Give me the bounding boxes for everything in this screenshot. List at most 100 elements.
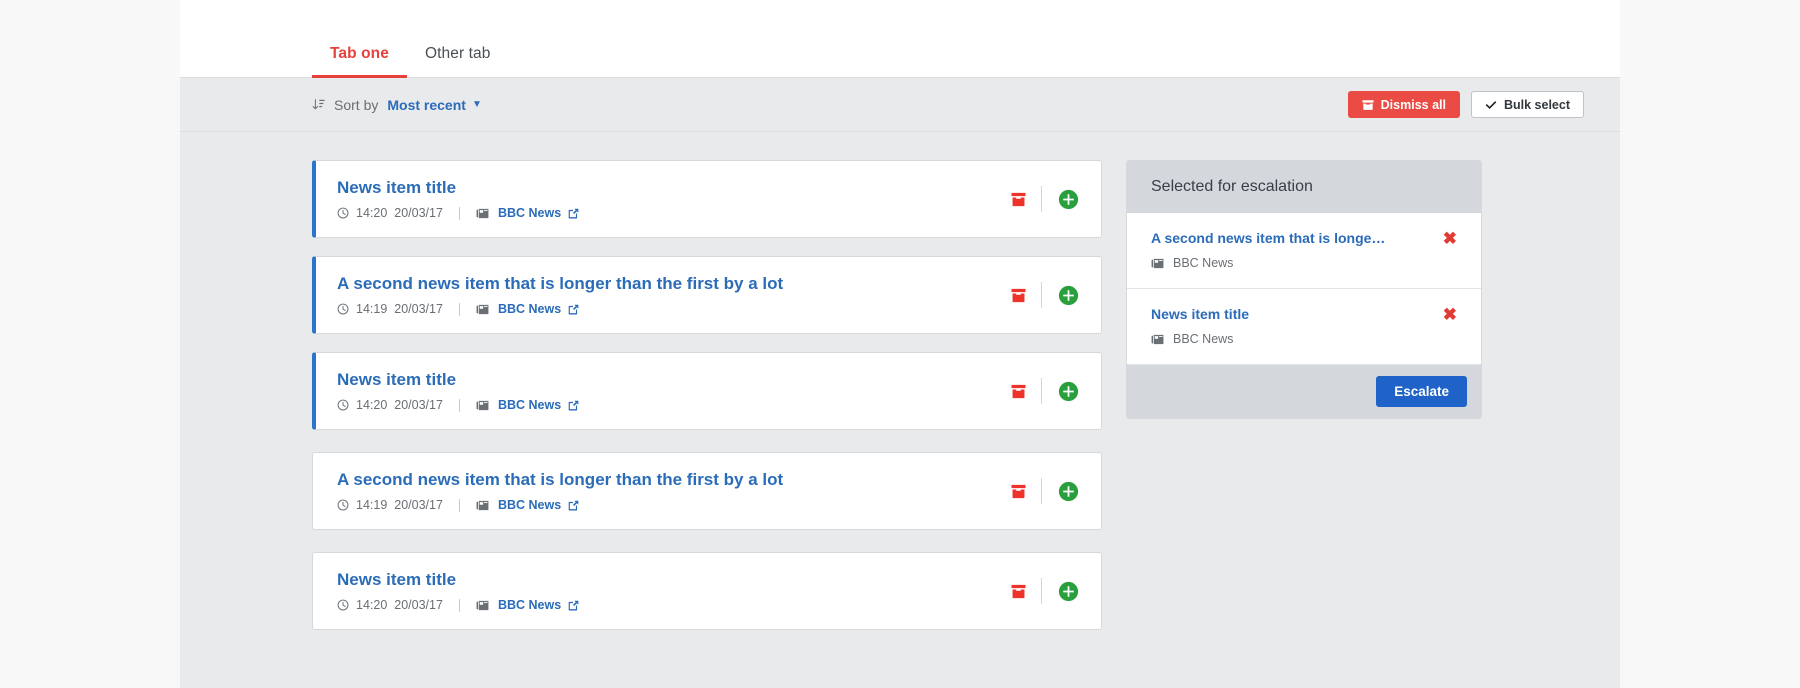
tab-bar: Tab one Other tab xyxy=(180,0,1620,78)
archive-news-button[interactable] xyxy=(996,383,1041,400)
remove-escalation-button[interactable]: ✖ xyxy=(1433,306,1457,323)
tab-tab-one[interactable]: Tab one xyxy=(312,45,407,78)
news-timestamp: 14:20 20/03/17 xyxy=(337,206,443,220)
escalation-panel-footer: Escalate xyxy=(1127,365,1481,418)
news-source: BBC News xyxy=(476,302,579,316)
news-source-link[interactable]: BBC News xyxy=(498,598,579,612)
news-source-link[interactable]: BBC News xyxy=(498,302,579,316)
news-card[interactable]: News item title 14:20 20/03/17 BBC News xyxy=(312,160,1102,238)
bulk-select-label: Bulk select xyxy=(1503,97,1570,112)
news-title-link[interactable]: News item title xyxy=(337,370,996,390)
newspaper-icon xyxy=(476,207,489,220)
news-source-label: BBC News xyxy=(497,398,562,413)
news-timestamp: 14:19 20/03/17 xyxy=(337,302,443,316)
external-link-icon xyxy=(568,500,579,511)
newspaper-icon xyxy=(1151,257,1164,270)
news-title-link[interactable]: News item title xyxy=(337,178,996,198)
news-date: 20/03/17 xyxy=(394,398,443,413)
news-date: 20/03/17 xyxy=(394,206,443,221)
clock-icon xyxy=(337,303,349,315)
dismiss-all-label: Dismiss all xyxy=(1380,97,1446,112)
news-time: 14:19 xyxy=(356,302,388,317)
news-title-link[interactable]: News item title xyxy=(337,570,996,590)
news-card-actions xyxy=(996,282,1079,308)
news-time: 14:20 xyxy=(356,206,388,221)
news-date: 20/03/17 xyxy=(394,302,443,317)
news-meta: 14:20 20/03/17 BBC News xyxy=(337,598,996,612)
news-card-body: A second news item that is longer than t… xyxy=(337,274,996,316)
news-source-label: BBC News xyxy=(497,302,562,317)
escalation-row-body: News item title BBC News xyxy=(1151,306,1433,346)
archive-news-button[interactable] xyxy=(996,287,1041,304)
escalation-item-title[interactable]: A second news item that is longe… xyxy=(1151,230,1433,246)
dismiss-all-button[interactable]: Dismiss all xyxy=(1347,91,1460,118)
archive-news-button[interactable] xyxy=(996,483,1041,500)
external-link-icon xyxy=(568,600,579,611)
news-card-actions xyxy=(996,478,1079,504)
add-to-escalation-button[interactable] xyxy=(1042,285,1079,306)
news-card-body: News item title 14:20 20/03/17 BBC News xyxy=(337,570,996,612)
add-to-escalation-button[interactable] xyxy=(1042,189,1079,210)
tab-label: Tab one xyxy=(330,45,389,62)
clock-icon xyxy=(337,499,349,511)
news-source-label: BBC News xyxy=(497,598,562,613)
escalation-row-body: A second news item that is longe… BBC Ne… xyxy=(1151,230,1433,270)
news-card[interactable]: News item title 14:20 20/03/17 BBC News xyxy=(312,552,1102,630)
clock-icon xyxy=(337,399,349,411)
news-source: BBC News xyxy=(476,206,579,220)
escalation-item-source: BBC News xyxy=(1151,256,1433,270)
add-to-escalation-button[interactable] xyxy=(1042,581,1079,602)
news-source: BBC News xyxy=(476,398,579,412)
news-source: BBC News xyxy=(476,598,579,612)
news-card[interactable]: News item title 14:20 20/03/17 BBC News xyxy=(312,352,1102,430)
sort-by-value: Most recent xyxy=(387,96,466,113)
escalation-row: A second news item that is longe… BBC Ne… xyxy=(1127,213,1481,289)
news-date: 20/03/17 xyxy=(394,498,443,513)
escalation-item-title[interactable]: News item title xyxy=(1151,306,1433,322)
bulk-select-button[interactable]: Bulk select xyxy=(1470,91,1584,118)
newspaper-icon xyxy=(476,399,489,412)
chevron-down-icon: ▼ xyxy=(471,98,482,110)
toolbar: Sort by Most recent ▼ Dismiss all Bulk s… xyxy=(180,78,1620,132)
news-title-link[interactable]: A second news item that is longer than t… xyxy=(337,274,996,294)
news-source: BBC News xyxy=(476,498,579,512)
news-meta: 14:19 20/03/17 BBC News xyxy=(337,498,996,512)
app-window: Tab one Other tab Sort by Most recent ▼ xyxy=(180,0,1620,688)
news-source-link[interactable]: BBC News xyxy=(498,398,579,412)
archive-news-button[interactable] xyxy=(996,191,1041,208)
remove-escalation-button[interactable]: ✖ xyxy=(1433,230,1457,247)
news-time: 14:20 xyxy=(356,398,388,413)
archive-news-button[interactable] xyxy=(996,583,1041,600)
news-source-label: BBC News xyxy=(497,206,562,221)
meta-divider xyxy=(458,398,460,412)
meta-divider xyxy=(458,598,460,612)
news-time: 14:20 xyxy=(356,598,388,613)
sort-by-dropdown[interactable]: Most recent ▼ xyxy=(387,97,481,113)
news-source-label: BBC News xyxy=(497,498,562,513)
news-time: 14:19 xyxy=(356,498,388,513)
sort-descending-icon xyxy=(312,98,325,111)
tab-other-tab[interactable]: Other tab xyxy=(407,45,509,77)
add-to-escalation-button[interactable] xyxy=(1042,481,1079,502)
news-title-link[interactable]: A second news item that is longer than t… xyxy=(337,470,996,490)
news-timestamp: 14:20 20/03/17 xyxy=(337,598,443,612)
escalation-item-source: BBC News xyxy=(1151,332,1433,346)
news-card-actions xyxy=(996,186,1079,212)
escalate-button[interactable]: Escalate xyxy=(1376,376,1467,407)
news-card-body: News item title 14:20 20/03/17 BBC News xyxy=(337,370,996,412)
news-timestamp: 14:19 20/03/17 xyxy=(337,498,443,512)
news-source-link[interactable]: BBC News xyxy=(498,206,579,220)
news-source-link[interactable]: BBC News xyxy=(498,498,579,512)
content-area: News item title 14:20 20/03/17 BBC News … xyxy=(180,132,1620,688)
news-card[interactable]: A second news item that is longer than t… xyxy=(312,256,1102,334)
news-date: 20/03/17 xyxy=(394,598,443,613)
check-icon xyxy=(1485,99,1497,111)
news-card[interactable]: A second news item that is longer than t… xyxy=(312,452,1102,530)
add-to-escalation-button[interactable] xyxy=(1042,381,1079,402)
news-card-body: News item title 14:20 20/03/17 BBC News xyxy=(337,178,996,220)
newspaper-icon xyxy=(476,303,489,316)
escalation-panel-title: Selected for escalation xyxy=(1127,161,1481,213)
escalation-source-label: BBC News xyxy=(1173,332,1234,346)
news-meta: 14:19 20/03/17 BBC News xyxy=(337,302,996,316)
clock-icon xyxy=(337,599,349,611)
